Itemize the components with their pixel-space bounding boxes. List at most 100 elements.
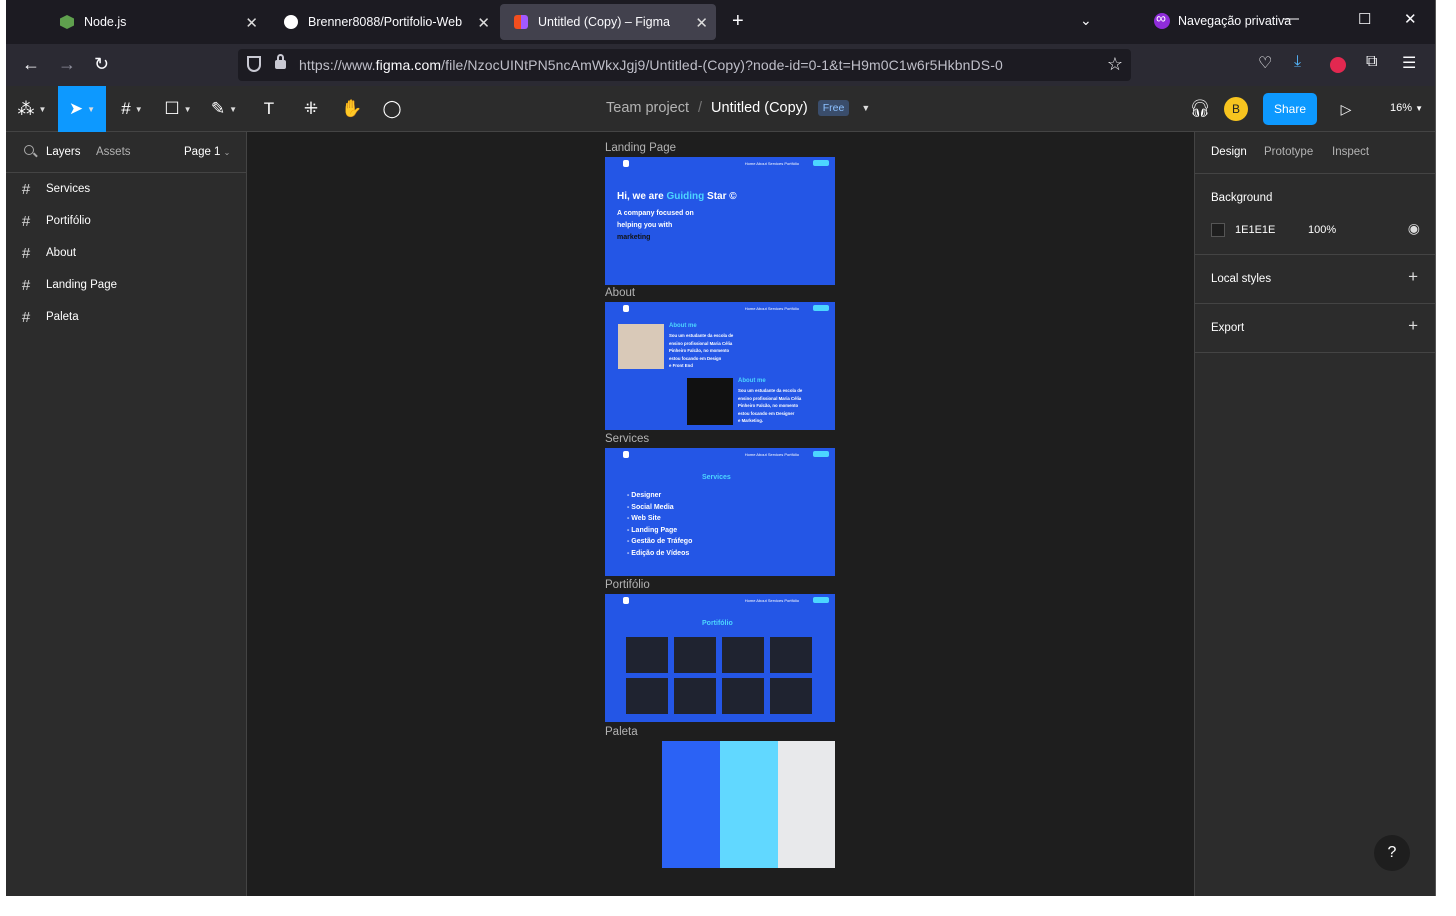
extensions-puzzle-icon[interactable]: ⧉ bbox=[1366, 53, 1377, 71]
bookmark-star-icon[interactable]: ☆ bbox=[1107, 54, 1123, 75]
cursor-icon: ➤ bbox=[68, 99, 84, 118]
comment-tool[interactable]: ◯ bbox=[372, 86, 412, 132]
design-canvas[interactable]: Landing Page Home About Services Portfól… bbox=[247, 132, 1194, 896]
share-button[interactable]: Share bbox=[1263, 93, 1317, 125]
chevron-down-icon[interactable]: ▼ bbox=[861, 103, 870, 113]
frame-icon: # bbox=[21, 276, 31, 294]
audio-icon[interactable]: 🎧︎ bbox=[1184, 86, 1216, 132]
eye-icon[interactable]: ◉ bbox=[1408, 220, 1420, 237]
frame-icon: # bbox=[21, 180, 31, 198]
frame-landing-page[interactable]: Home About Services Portfólio Hi, we are… bbox=[605, 157, 835, 285]
resources-tool[interactable]: ⁜ bbox=[292, 86, 330, 132]
layer-item[interactable]: # About bbox=[6, 237, 246, 269]
background-section: Background 1E1E1E 100% ◉ bbox=[1195, 174, 1435, 255]
palette-swatch bbox=[662, 741, 720, 868]
present-play-icon[interactable]: ▷ bbox=[1334, 86, 1358, 132]
team-name[interactable]: Team project bbox=[606, 100, 689, 116]
maximize-icon[interactable]: ☐ bbox=[1358, 10, 1371, 28]
file-name[interactable]: Untitled (Copy) bbox=[711, 100, 808, 116]
frame-services[interactable]: Home About Services Portfólio Services -… bbox=[605, 448, 835, 576]
frame-label-about[interactable]: About bbox=[605, 287, 635, 299]
layer-item[interactable]: # Portifólio bbox=[6, 205, 246, 237]
frame-paleta[interactable] bbox=[605, 741, 835, 868]
tab-layers[interactable]: Layers bbox=[46, 146, 81, 158]
list-tabs-chevron-icon[interactable]: ⌄ bbox=[1080, 12, 1092, 29]
tab-nodejs[interactable]: Node.js ✕ bbox=[46, 4, 266, 40]
move-tool[interactable]: ➤ ▼ bbox=[58, 86, 106, 132]
shape-tool[interactable]: ☐ ▼ bbox=[156, 86, 200, 132]
figma-icon bbox=[514, 15, 528, 29]
frame-portfolio[interactable]: Home About Services Portfólio Portifólio bbox=[605, 594, 835, 722]
frame-tool[interactable]: # ▼ bbox=[110, 86, 154, 132]
bg-opacity-input[interactable]: 100% bbox=[1308, 224, 1336, 236]
private-mask-icon bbox=[1154, 10, 1170, 29]
layer-item[interactable]: # Services bbox=[6, 173, 246, 205]
tracking-shield-icon[interactable] bbox=[247, 56, 261, 72]
breadcrumb-separator: / bbox=[698, 100, 703, 116]
frame-icon: # bbox=[21, 244, 31, 262]
about-photo-1 bbox=[618, 324, 664, 369]
url-bar[interactable]: https://www.figma.com/file/NzocUINtPN5nc… bbox=[238, 49, 1131, 81]
pen-tool[interactable]: ✎ ▼ bbox=[202, 86, 246, 132]
new-tab-button[interactable]: + bbox=[732, 10, 744, 33]
plus-icon[interactable]: + bbox=[1408, 267, 1418, 287]
hand-icon: ✋ bbox=[341, 99, 363, 118]
tab-github[interactable]: Brenner8088/Portifolio-Web ✕ bbox=[270, 4, 498, 40]
file-title[interactable]: Team project / Untitled (Copy) Free ▼ bbox=[606, 100, 870, 116]
private-browsing-indicator: Navegação privativa bbox=[1154, 10, 1291, 29]
bg-hex-input[interactable]: 1E1E1E bbox=[1235, 224, 1275, 236]
figma-main-menu[interactable]: ⁂ ▼ bbox=[6, 86, 58, 132]
tab-prototype[interactable]: Prototype bbox=[1264, 146, 1313, 158]
frame-label-landing[interactable]: Landing Page bbox=[605, 142, 676, 154]
tab-design[interactable]: Design bbox=[1211, 146, 1247, 158]
text-tool[interactable]: T bbox=[250, 86, 288, 132]
export-section: Export + bbox=[1195, 304, 1435, 353]
close-icon[interactable]: ✕ bbox=[695, 14, 708, 32]
reload-icon[interactable]: ↻ bbox=[94, 54, 109, 75]
tab-title: Node.js bbox=[84, 15, 127, 29]
figma-logo-icon: ⁂ bbox=[17, 99, 35, 118]
nav-bar: ← → ↻ https://www.figma.com/file/NzocUIN… bbox=[6, 44, 1435, 86]
color-swatch[interactable] bbox=[1211, 223, 1225, 237]
hand-tool[interactable]: ✋ bbox=[332, 86, 372, 132]
layers-panel-header: Layers Assets Page 1 ⌄ bbox=[6, 132, 246, 173]
menu-icon[interactable]: ☰ bbox=[1402, 53, 1416, 73]
tab-figma[interactable]: Untitled (Copy) – Figma ✕ bbox=[500, 4, 716, 40]
layer-item[interactable]: # Landing Page bbox=[6, 269, 246, 301]
page-selector[interactable]: Page 1 ⌄ bbox=[184, 146, 230, 158]
tab-inspect[interactable]: Inspect bbox=[1332, 146, 1369, 158]
frame-label-services[interactable]: Services bbox=[605, 433, 649, 445]
close-icon[interactable]: ✕ bbox=[245, 14, 258, 32]
plus-icon[interactable]: + bbox=[1408, 316, 1418, 336]
forward-icon[interactable]: → bbox=[58, 54, 76, 75]
local-styles-section: Local styles + bbox=[1195, 255, 1435, 304]
browser-window: Node.js ✕ Brenner8088/Portifolio-Web ✕ U… bbox=[6, 0, 1436, 896]
zoom-dropdown[interactable]: 16% ▼ bbox=[1390, 102, 1423, 114]
export-label: Export bbox=[1211, 322, 1245, 334]
downloads-icon[interactable]: ⤓ bbox=[1294, 53, 1301, 71]
figma-toolbar: ⁂ ▼ ➤ ▼ # ▼ ☐ ▼ ✎ ▼ T ⁜ ✋ ◯ Team project / Un… bbox=[6, 86, 1435, 132]
lock-icon[interactable] bbox=[275, 54, 286, 69]
frame-about[interactable]: Home About Services Portfólio About me S… bbox=[605, 302, 835, 430]
window-close-icon[interactable]: ✕ bbox=[1404, 10, 1417, 28]
frame-label-paleta[interactable]: Paleta bbox=[605, 726, 638, 738]
url-text[interactable]: https://www.figma.com/file/NzocUINtPN5nc… bbox=[299, 57, 1003, 73]
layer-item[interactable]: # Paleta bbox=[6, 301, 246, 333]
palette-swatch bbox=[778, 741, 835, 868]
pocket-icon[interactable]: ♡ bbox=[1258, 53, 1272, 73]
layers-panel: Layers Assets Page 1 ⌄ # Services # Portif… bbox=[6, 132, 247, 896]
close-icon[interactable]: ✕ bbox=[477, 14, 490, 32]
frame-label-portfolio[interactable]: Portifólio bbox=[605, 579, 650, 591]
search-icon[interactable] bbox=[24, 145, 34, 155]
frame-icon: # bbox=[21, 308, 31, 326]
tab-bar: Node.js ✕ Brenner8088/Portifolio-Web ✕ U… bbox=[6, 0, 1435, 44]
extension-icon[interactable] bbox=[1330, 57, 1346, 73]
tab-assets[interactable]: Assets bbox=[96, 146, 131, 158]
background-label: Background bbox=[1211, 192, 1273, 204]
minimize-icon[interactable]: — bbox=[1284, 10, 1299, 27]
tab-title: Brenner8088/Portifolio-Web bbox=[308, 15, 463, 29]
comment-icon: ◯ bbox=[382, 99, 402, 118]
avatar[interactable]: B bbox=[1224, 97, 1248, 121]
help-button[interactable]: ? bbox=[1374, 835, 1410, 871]
back-icon[interactable]: ← bbox=[22, 54, 40, 75]
